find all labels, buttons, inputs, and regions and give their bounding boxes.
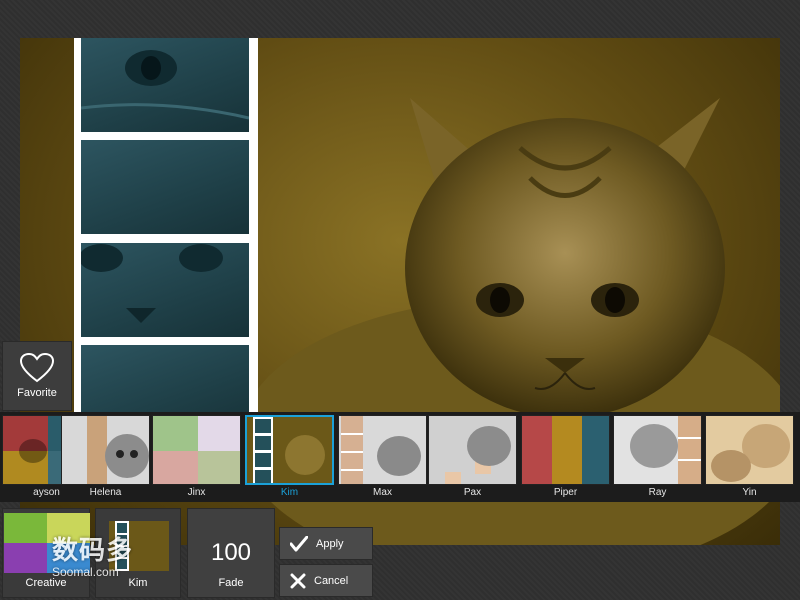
filter-label: Jinx [187,487,206,498]
favorite-button[interactable]: Favorite [2,341,72,411]
apply-label: Apply [316,537,344,550]
heart-icon [20,353,54,383]
filter-label: Piper [553,487,578,498]
filter-thumbnail [705,415,794,485]
fade-value: 100 [210,539,252,566]
filter-thumbnail [245,415,334,485]
filter-thumbnail [152,415,241,485]
cancel-button[interactable]: Cancel [279,564,373,597]
checkmark-icon [290,535,308,551]
favorite-label: Favorite [17,387,57,399]
cancel-label: Cancel [314,574,349,587]
apply-button[interactable]: Apply [279,527,373,560]
filter-label: Helena [89,487,122,498]
watermark-main: 数码多 [52,535,134,565]
filter-thumbnail [521,415,610,485]
filter-thumbnail [61,415,150,485]
filter-ray[interactable]: Ray [613,415,702,501]
filter-label: Pax [463,487,482,498]
filter-yin[interactable]: Yin [705,415,794,501]
filter-label: Ray [648,487,667,498]
fade-label: Fade [218,577,244,589]
filter-thumbnail [338,415,427,485]
filter-helena[interactable]: Helena [61,415,150,501]
filter-thumbnail [613,415,702,485]
filter-label: Max [373,487,392,498]
filter-pax[interactable]: Pax [428,415,517,501]
filter-carousel[interactable]: ayson Helena Jinx Kim Max Pax Piper Ray … [0,412,800,502]
filter-jinx[interactable]: Jinx [152,415,241,501]
filter-max[interactable]: Max [338,415,427,501]
filter-thumbnail [428,415,517,485]
strip-frame [81,140,249,234]
strip-frame [81,38,249,132]
strip-frame [81,243,249,337]
watermark: 数码多 Soomal.com [52,530,133,579]
close-icon [290,573,306,588]
filter-overlay-strip [74,38,258,428]
filter-piper[interactable]: Piper [521,415,610,501]
watermark-sub: Soomal.com [52,565,119,579]
filter-label: Kim [280,487,299,498]
filter-kim[interactable]: Kim [245,415,334,501]
filter-label: Yin [742,487,757,498]
fade-control[interactable]: 100 Fade [187,508,275,598]
